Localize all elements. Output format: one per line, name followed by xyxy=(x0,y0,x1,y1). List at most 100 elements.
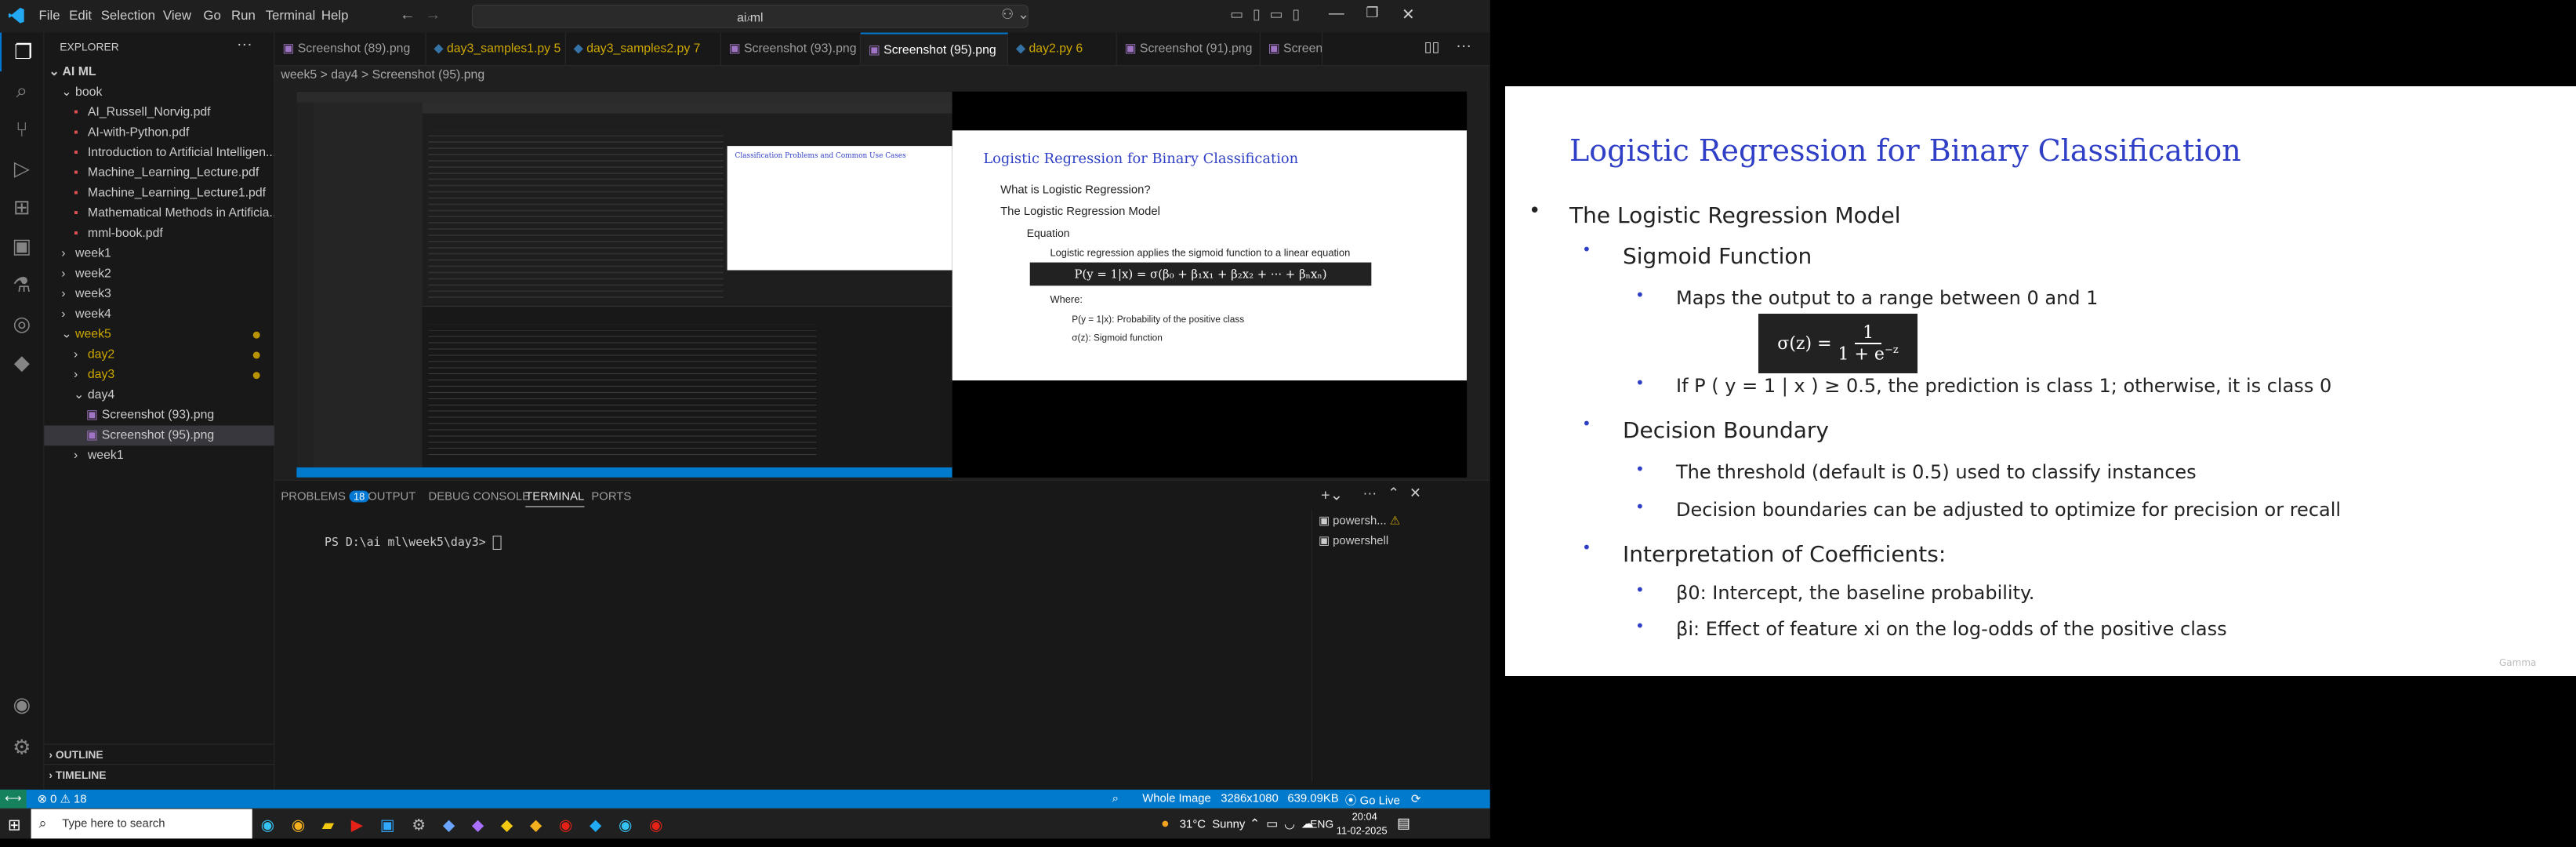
notification-center-icon[interactable]: ▤ xyxy=(1397,816,1410,832)
tab-output[interactable]: OUTPUT xyxy=(368,490,415,503)
tree-item[interactable]: ▣ Screenshot (95).png xyxy=(44,425,274,446)
split-editor-icon[interactable]: ▯▯ xyxy=(1424,39,1440,56)
tree-item[interactable]: ▪ Machine_Learning_Lecture.pdf xyxy=(44,163,274,184)
tree-item[interactable]: ⌄ day4 xyxy=(44,385,274,405)
editor-tab[interactable]: ▣ Screen xyxy=(1261,32,1322,66)
tree-item[interactable]: ▪ Machine_Learning_Lecture1.pdf xyxy=(44,184,274,204)
settings-gear-icon[interactable]: ⚙ xyxy=(0,728,43,767)
editor-tab[interactable]: ◆ day3_samples1.py 5 xyxy=(426,32,566,66)
minimize-icon[interactable]: — xyxy=(1329,5,1344,23)
editor-tab[interactable]: ▣ Screenshot (95).png ✕ xyxy=(860,32,1009,66)
tab-problems[interactable]: PROBLEMS 18 xyxy=(281,490,370,503)
tab-ports[interactable]: PORTS xyxy=(591,490,631,503)
chatgpt-icon[interactable]: ⚙ xyxy=(412,816,443,834)
tree-item[interactable]: › week1 xyxy=(44,445,274,466)
command-center[interactable]: ⌕ ai ml xyxy=(471,4,1029,28)
weather-text[interactable]: 31°C Sunny xyxy=(1180,817,1246,831)
panel-more-icon[interactable]: ··· xyxy=(1362,485,1377,502)
timeline-section[interactable]: › TIMELINE xyxy=(44,764,274,785)
more-actions-icon[interactable]: ··· xyxy=(237,36,252,54)
extensions-icon[interactable]: ⊞ xyxy=(0,188,43,227)
menu-go[interactable]: Go xyxy=(203,8,220,24)
app-icon[interactable]: ◆ xyxy=(530,816,559,834)
editor-tab[interactable]: ▣ Screenshot (91).png xyxy=(1117,32,1261,66)
copilot-icon[interactable]: ⚇ ⌄ xyxy=(1001,6,1029,23)
maximize-panel-icon[interactable]: ⌃ xyxy=(1388,485,1399,502)
language-indicator[interactable]: ENG xyxy=(1310,817,1333,830)
zoom-icon[interactable]: ⌕ xyxy=(1112,792,1119,805)
menu-edit[interactable]: Edit xyxy=(69,8,92,24)
editor-tab[interactable]: ▣ Screenshot (89).png xyxy=(274,32,426,66)
app-icon[interactable]: ◆ xyxy=(443,816,472,834)
terminal-output[interactable]: PS D:\ai ml\week5\day3> xyxy=(282,521,502,563)
tree-item[interactable]: ▪ Mathematical Methods in Artificia... xyxy=(44,203,274,224)
close-icon[interactable]: ✕ xyxy=(1402,5,1415,24)
copilot-chat-icon[interactable]: ◎ xyxy=(0,304,43,344)
layout-icons[interactable]: ▭▯▭▯ xyxy=(1230,6,1309,23)
back-arrow-icon[interactable]: ← xyxy=(400,6,415,24)
editor-tab[interactable]: ◆ day3_samples2.py 7 xyxy=(566,32,721,66)
workspace-root[interactable]: ⌄ AI ML xyxy=(44,62,274,82)
photoshop-icon[interactable]: ▣ xyxy=(380,816,412,834)
notifications-icon[interactable]: ⟳ xyxy=(1411,792,1420,806)
run-debug-icon[interactable]: ▷ xyxy=(0,149,43,188)
tree-item[interactable]: ▪ mml-book.pdf xyxy=(44,224,274,244)
tree-item[interactable]: ▪ AI-with-Python.pdf xyxy=(44,122,274,143)
breadcrumb[interactable]: week5 > day4 > Screenshot (95).png xyxy=(281,68,484,82)
forward-arrow-icon[interactable]: → xyxy=(426,6,441,24)
tree-item[interactable]: › day2 xyxy=(44,345,274,365)
menu-run[interactable]: Run xyxy=(231,8,256,24)
outline-section[interactable]: › OUTLINE xyxy=(44,743,274,765)
tab-debug-console[interactable]: DEBUG CONSOLE xyxy=(428,490,530,503)
clock-time[interactable]: 20:04 xyxy=(1352,811,1377,823)
terminal-item[interactable]: ▣ powersh... ⚠ xyxy=(1312,510,1490,530)
tree-item[interactable]: ▪ Introduction to Artificial Intelligen..… xyxy=(44,143,274,163)
image-zoom-status[interactable]: Whole Image xyxy=(1142,792,1210,805)
account-icon[interactable]: ◉ xyxy=(0,685,43,724)
source-control-icon[interactable]: ⑂ xyxy=(0,111,43,150)
testing-icon[interactable]: ⚗ xyxy=(0,266,43,305)
tree-item[interactable]: › day3 xyxy=(44,365,274,385)
search-icon[interactable]: ⌕ xyxy=(0,71,43,111)
edge-icon[interactable]: ◉ xyxy=(261,816,292,834)
windows-start-icon[interactable]: ⊞ xyxy=(8,816,21,835)
editor-tab[interactable]: ◆ day2.py 6 xyxy=(1008,32,1117,66)
editor-tab[interactable]: ▣ Screenshot (93).png xyxy=(721,32,861,66)
youtube-icon[interactable]: ▶ xyxy=(351,816,380,834)
tree-item[interactable]: › week2 xyxy=(44,264,274,285)
tray-icons[interactable]: ⌃▭◡☁ xyxy=(1250,816,1320,831)
clock-date[interactable]: 11-02-2025 xyxy=(1337,824,1388,836)
tree-item[interactable]: ⌄ week5 xyxy=(44,325,274,345)
restore-icon[interactable]: ❐ xyxy=(1366,5,1378,21)
tree-item[interactable]: ▣ Screenshot (93).png xyxy=(44,405,274,426)
file-explorer-icon[interactable]: ▰ xyxy=(322,816,351,834)
tree-item[interactable]: ⌄ book xyxy=(44,82,274,103)
chrome-icon[interactable]: ◉ xyxy=(292,816,322,834)
tree-item[interactable]: › week3 xyxy=(44,284,274,304)
menu-selection[interactable]: Selection xyxy=(101,8,155,24)
close-tab-icon[interactable]: ✕ xyxy=(1003,43,1007,56)
explorer-icon[interactable]: ❐ xyxy=(0,32,45,72)
new-terminal-icon[interactable]: +⌄ xyxy=(1321,485,1343,505)
remote-explorer-icon[interactable]: ▣ xyxy=(0,227,43,266)
chrome-icon[interactable]: ◉ xyxy=(649,816,680,834)
menu-help[interactable]: Help xyxy=(321,8,349,24)
python-icon[interactable]: ◆ xyxy=(501,816,530,834)
tree-item[interactable]: ▪ AI_Russell_Norvig.pdf xyxy=(44,103,274,123)
menu-terminal[interactable]: Terminal xyxy=(266,8,316,24)
python-icon[interactable]: ◆ xyxy=(0,344,43,383)
tree-item[interactable]: › week4 xyxy=(44,304,274,325)
tab-terminal[interactable]: TERMINAL xyxy=(525,490,585,507)
menu-view[interactable]: View xyxy=(163,8,191,24)
vscode-taskbar-icon[interactable]: ◆ xyxy=(590,816,619,834)
taskbar-search[interactable]: ⌕ Type here to search xyxy=(31,809,252,839)
menu-file[interactable]: File xyxy=(39,8,60,24)
chrome-icon[interactable]: ◉ xyxy=(559,816,590,834)
editor-more-icon[interactable]: ··· xyxy=(1456,38,1471,56)
visual-studio-icon[interactable]: ◆ xyxy=(472,816,501,834)
remote-icon[interactable]: ⟷ xyxy=(0,789,27,809)
chrome-icon[interactable]: ◉ xyxy=(619,816,649,834)
go-live-button[interactable]: ⦿ Go Live xyxy=(1345,792,1400,809)
problems-status[interactable]: ⊗ 0 ⚠ 18 xyxy=(38,792,87,806)
close-panel-icon[interactable]: ✕ xyxy=(1410,485,1421,502)
